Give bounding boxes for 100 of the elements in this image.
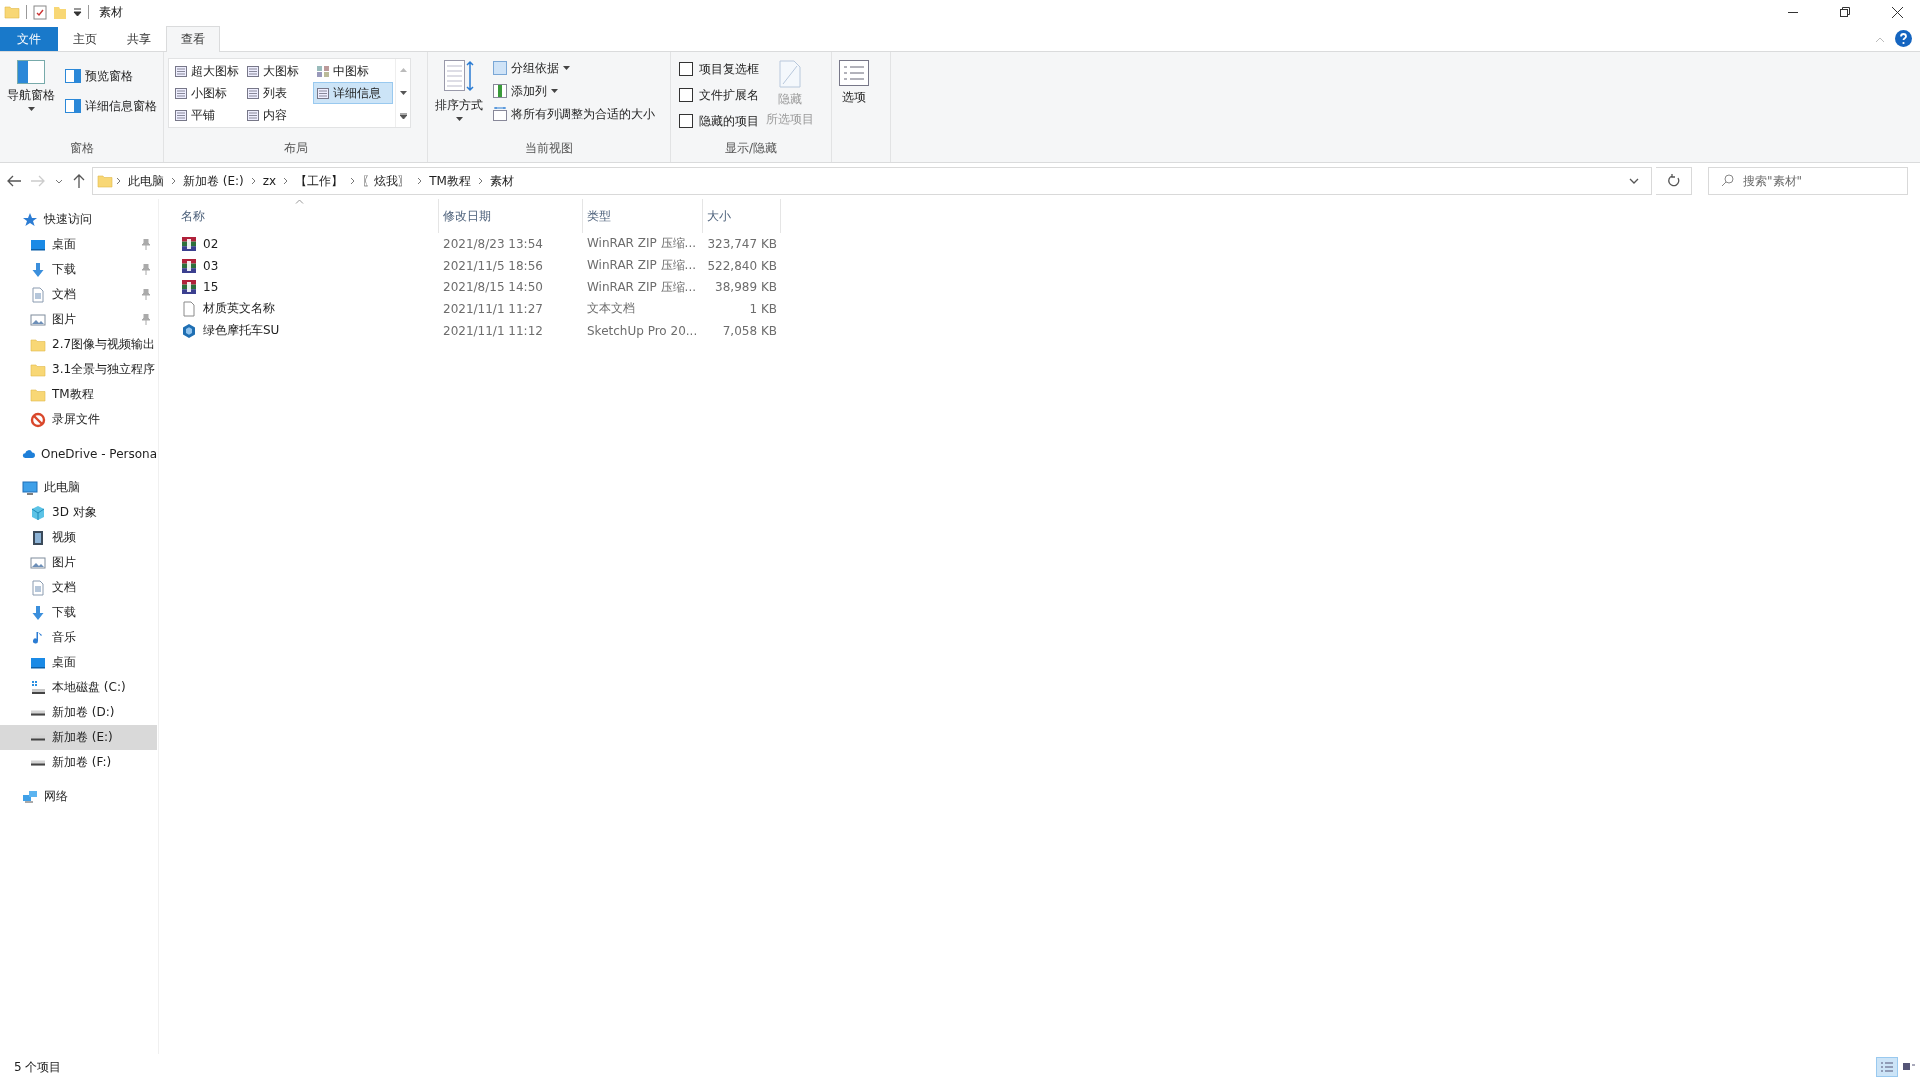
nav-tree-item[interactable]: 桌面 <box>0 232 157 257</box>
address-bar[interactable]: 此电脑 新加卷 (E:) zx 【工作】 〖炫我〗 TM教程 素材 <box>92 167 1652 195</box>
refresh-button[interactable] <box>1656 167 1692 195</box>
nav-tree-item[interactable]: 3D 对象 <box>0 500 157 525</box>
pin-icon[interactable] <box>141 314 151 325</box>
nav-tree-item[interactable]: 网络 <box>0 784 157 809</box>
checkbox[interactable]: 文件扩展名 <box>679 84 759 106</box>
pin-icon[interactable] <box>141 239 151 250</box>
layout-option[interactable]: 平铺 <box>171 104 243 126</box>
breadcrumb[interactable]: 〖炫我〗 <box>358 172 415 190</box>
breadcrumb[interactable]: 新加卷 (E:) <box>179 172 248 190</box>
monitor-icon <box>22 479 38 496</box>
layout-option[interactable]: 超大图标 <box>171 60 243 82</box>
column-header[interactable]: 修改日期 <box>439 199 583 233</box>
nav-tree-item[interactable]: 3.1全景与独立程序 <box>0 357 157 382</box>
pane-layout-icon <box>65 99 81 113</box>
layout-option[interactable]: 中图标 <box>313 60 393 82</box>
nav-tree-item[interactable]: 图片 <box>0 550 157 575</box>
archive-icon <box>181 257 197 274</box>
column-header[interactable]: 大小 <box>703 199 781 233</box>
nav-tree-item[interactable]: 音乐 <box>0 625 157 650</box>
navigation-pane-button[interactable]: 导航窗格 <box>4 56 58 115</box>
nav-tree-item[interactable]: TM教程 <box>0 382 157 407</box>
ribbon-tab[interactable]: 主页 <box>58 27 112 51</box>
pin-icon[interactable] <box>141 289 151 300</box>
details-pane-button[interactable]: 详细信息窗格 <box>62 96 160 116</box>
chevron-icon[interactable] <box>283 177 289 185</box>
file-name[interactable]: 材质英文名称 <box>203 300 275 318</box>
breadcrumb[interactable]: TM教程 <box>425 172 475 190</box>
chevron-icon[interactable] <box>477 177 483 185</box>
caret-icon <box>455 117 463 121</box>
search-field[interactable]: 搜索"素材" <box>1708 167 1908 195</box>
details-list-icon <box>1880 1061 1894 1073</box>
nav-tree-item[interactable]: 新加卷 (F:) <box>0 750 157 775</box>
layout-option[interactable]: 小图标 <box>171 82 243 104</box>
column-header[interactable]: 名称 <box>177 199 439 233</box>
nav-tree-item[interactable]: 新加卷 (D:) <box>0 700 157 725</box>
layout-option[interactable]: 详细信息 <box>313 82 393 104</box>
ribbon-tab[interactable]: 文件 <box>0 27 58 51</box>
chevron-icon[interactable] <box>250 177 256 185</box>
minimize-icon <box>1788 11 1798 13</box>
nav-tree-item[interactable]: 桌面 <box>0 650 157 675</box>
help-icon[interactable] <box>1895 30 1912 47</box>
sort-by-button[interactable]: 排序方式 <box>432 56 486 125</box>
file-name[interactable]: 绿色摩托车SU <box>203 322 280 340</box>
nav-tree-item[interactable]: OneDrive - Persona <box>0 441 157 466</box>
layout-option[interactable]: 大图标 <box>243 60 313 82</box>
nav-tree-item[interactable]: 快速访问 <box>0 207 157 232</box>
table-cell-text: 522,840 KB <box>706 258 778 273</box>
chevron-icon[interactable] <box>116 177 121 185</box>
options-button[interactable]: 选项 <box>836 56 872 110</box>
nav-tree-item[interactable]: 下载 <box>0 600 157 625</box>
archive-icon <box>181 279 197 296</box>
nav-tree-item[interactable]: 本地磁盘 (C:) <box>0 675 157 700</box>
nav-tree-item[interactable]: 此电脑 <box>0 475 157 500</box>
chevron-icon[interactable] <box>417 177 423 185</box>
layout-option[interactable]: 列表 <box>243 82 313 104</box>
group-label: 窗格 <box>68 140 95 157</box>
file-name[interactable]: 15 <box>203 280 219 295</box>
star-icon <box>22 211 38 228</box>
dropdown-icon[interactable] <box>1629 178 1639 184</box>
dropdown-icon[interactable] <box>73 7 82 17</box>
file-name[interactable]: 02 <box>203 236 219 251</box>
preview-pane-button[interactable]: 预览窗格 <box>62 66 160 86</box>
ribbon-tab[interactable]: 查看 <box>166 26 220 52</box>
folder-icon <box>30 361 46 378</box>
nav-tree-item[interactable]: 文档 <box>0 575 157 600</box>
breadcrumb[interactable]: 素材 <box>485 172 518 190</box>
size-all-columns-button[interactable]: 将所有列调整为合适的大小 <box>490 104 658 124</box>
ribbon-tab[interactable]: 共享 <box>112 27 166 51</box>
group-by-button[interactable]: 分组依据 <box>490 58 658 78</box>
nav-tree-item[interactable]: 录屏文件 <box>0 407 157 432</box>
checkbox[interactable]: 项目复选框 <box>679 58 759 80</box>
nav-tree-item[interactable]: 图片 <box>0 307 157 332</box>
add-columns-button[interactable]: 添加列 <box>490 81 658 101</box>
view-layout-icon <box>175 87 187 99</box>
file-name[interactable]: 03 <box>203 258 219 273</box>
breadcrumb[interactable]: zx <box>258 174 281 188</box>
nav-tree-item[interactable]: 文档 <box>0 282 157 307</box>
drive-icon <box>31 709 45 716</box>
chevron-icon[interactable] <box>350 177 356 185</box>
nav-tree-item[interactable]: 视频 <box>0 525 157 550</box>
nav-tree-item[interactable]: 2.7图像与视频输出 <box>0 332 157 357</box>
checkbox[interactable]: 隐藏的项目 <box>679 110 759 132</box>
breadcrumb[interactable]: 【工作】 <box>291 172 348 190</box>
table-cell-text: 1 KB <box>748 301 778 316</box>
nav-tree-item[interactable]: 下载 <box>0 257 157 282</box>
drive-icon <box>31 759 45 766</box>
chevron-icon[interactable] <box>171 177 176 185</box>
forward-arrow-icon <box>31 175 45 187</box>
up-arrow-icon <box>73 174 85 188</box>
column-header[interactable]: 类型 <box>583 199 703 233</box>
properties-icon[interactable] <box>33 4 47 20</box>
layout-option[interactable]: 内容 <box>243 104 313 126</box>
breadcrumb[interactable]: 此电脑 <box>124 172 168 190</box>
resize-columns-icon <box>493 107 507 121</box>
caret-icon <box>563 66 570 70</box>
pin-icon[interactable] <box>141 264 151 275</box>
folder-icon <box>30 336 46 353</box>
nav-tree-item[interactable]: 新加卷 (E:) <box>0 725 157 750</box>
